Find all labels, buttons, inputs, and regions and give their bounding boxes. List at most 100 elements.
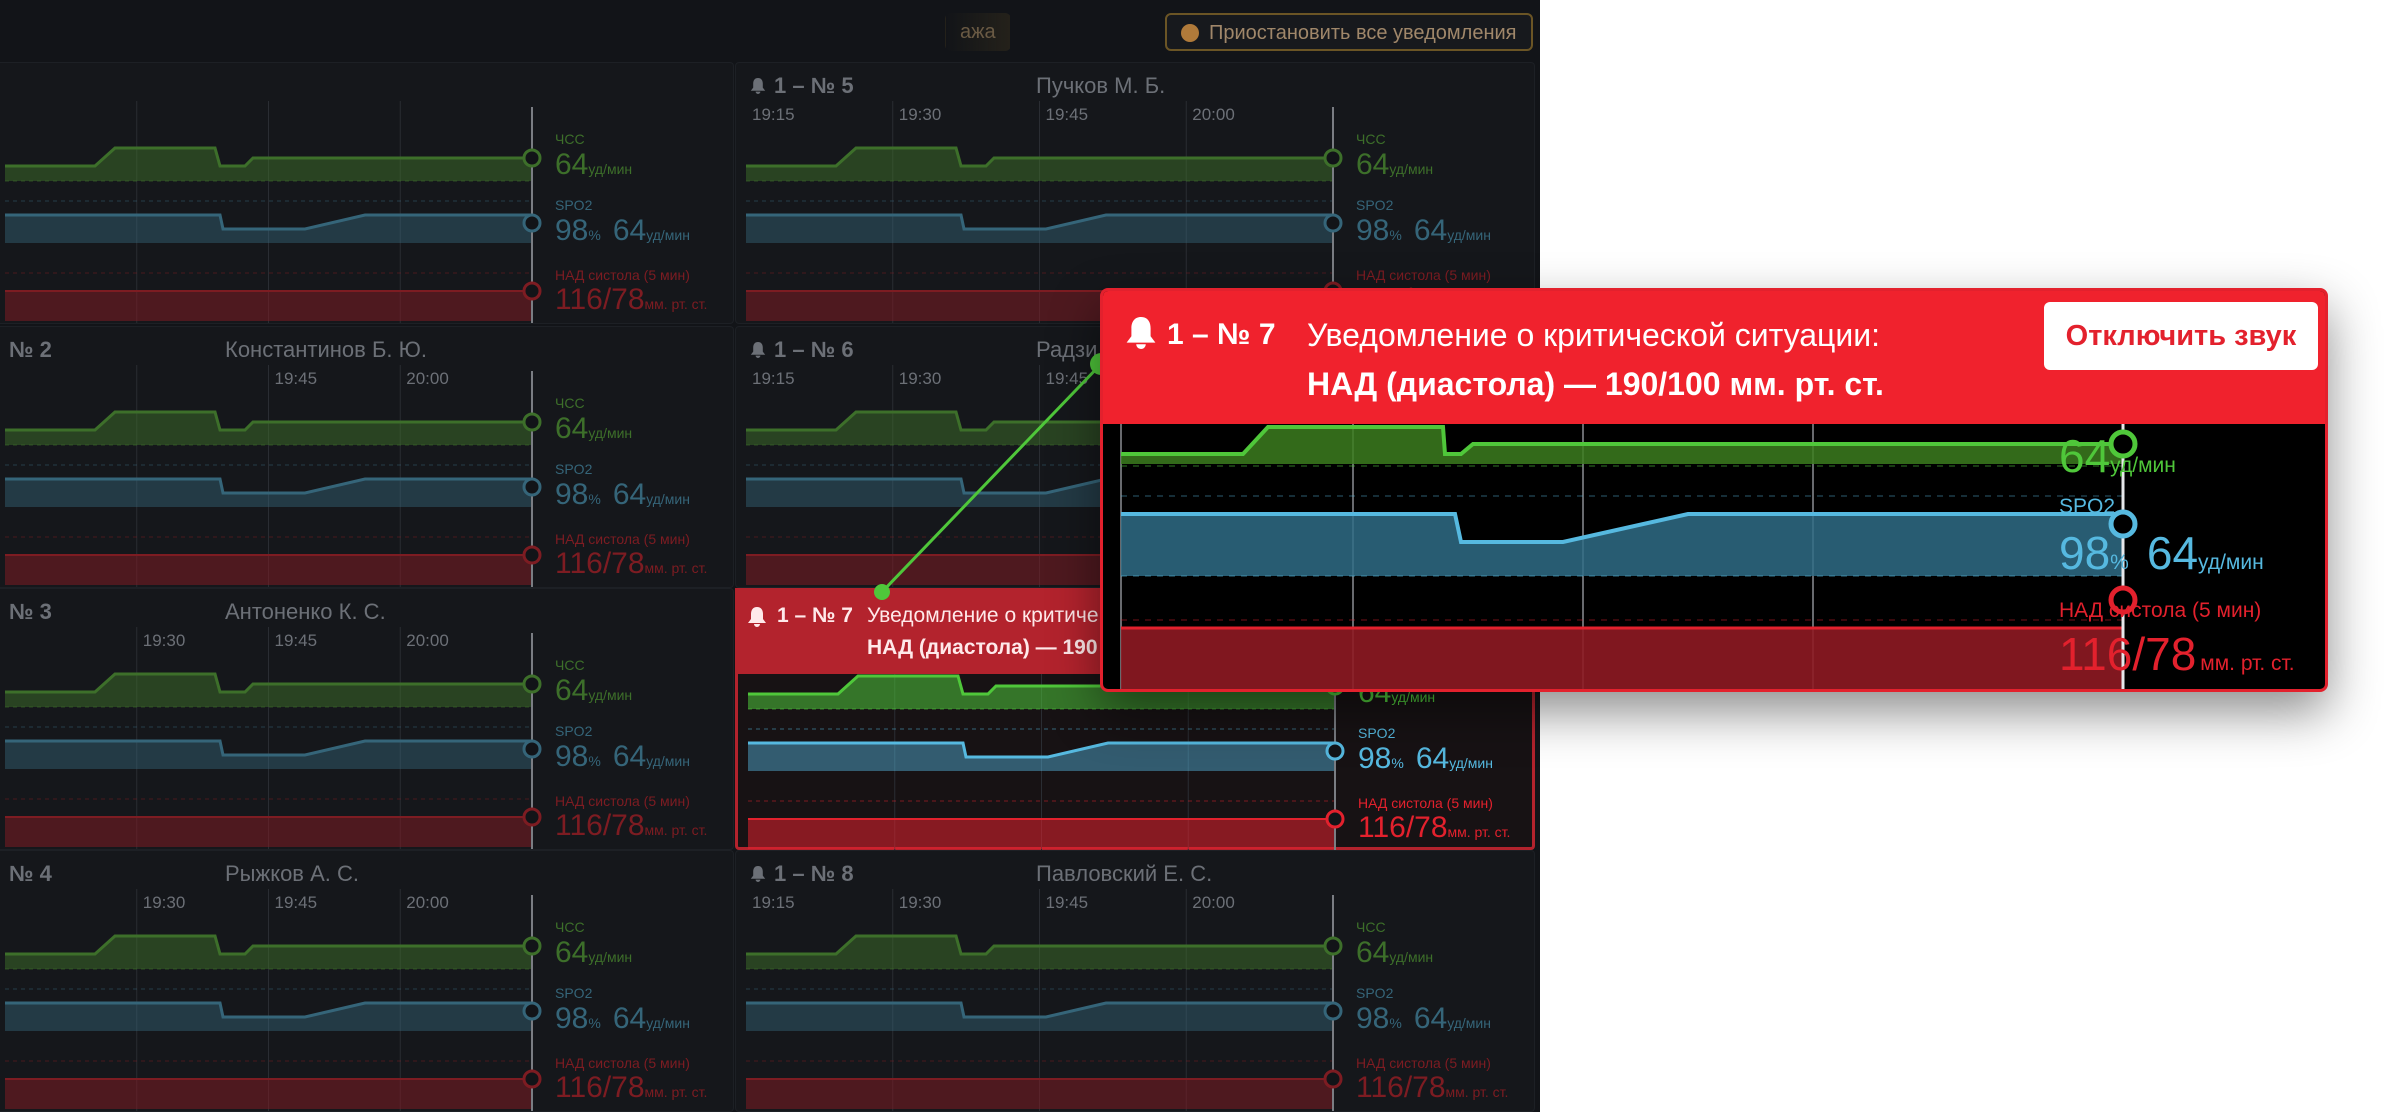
zoom-spo2-band bbox=[1121, 514, 2123, 576]
mute-sound-button[interactable]: Отключить звук bbox=[2044, 302, 2318, 370]
bp-label: НАД систола (5 мин) bbox=[555, 267, 690, 283]
bed-number: 1 – № 6 bbox=[774, 337, 854, 362]
time-label: 19:30 bbox=[142, 631, 186, 650]
bp-unit: мм. рт. ст. bbox=[644, 822, 708, 838]
bp-band bbox=[5, 291, 532, 321]
bp-unit: мм. рт. ст. bbox=[644, 1084, 708, 1100]
zoom-bp-number: 116/78 bbox=[2059, 628, 2197, 680]
bed-number: 1 – № 5 bbox=[774, 73, 854, 98]
bed-tag: № 4 bbox=[9, 861, 52, 887]
patient-name: Павловский Е. С. bbox=[1036, 861, 1213, 886]
pause-all-notifications-button[interactable]: Приостановить все уведомления bbox=[1165, 13, 1533, 51]
zoom-spo2-label: SPO2 bbox=[2059, 495, 2116, 518]
spo2-pulse: 64 bbox=[612, 214, 647, 247]
bp-marker bbox=[1325, 809, 1345, 829]
hr-marker bbox=[522, 412, 542, 432]
critical-alert-banner[interactable]: 1 – № 7 Уведомление о критиче НАД (диаст… bbox=[735, 588, 1120, 674]
bed-number: № 2 bbox=[9, 337, 52, 362]
patient-cell[interactable]: № 4 Рыжков А. С. 19:30 19:45 20:00 ЧСС 64уд/ми… bbox=[0, 850, 734, 1112]
hr-value: 64уд/мин bbox=[555, 936, 632, 970]
bed-tag: 1 – № 8 bbox=[750, 861, 854, 887]
spo2-number: 98 bbox=[555, 478, 589, 511]
spo2-label: SPO2 bbox=[555, 985, 593, 1001]
hr-value: 64уд/мин bbox=[555, 412, 632, 446]
time-label: 19:45 bbox=[274, 369, 318, 388]
bell-icon bbox=[748, 607, 766, 627]
patient-name: Константинов Б. Ю. bbox=[225, 337, 427, 362]
spo2-pulse: 64 bbox=[612, 740, 647, 773]
spo2-pulse-unit: уд/мин bbox=[646, 227, 690, 243]
time-label: 20:00 bbox=[406, 893, 449, 912]
time-label: 19:45 bbox=[274, 631, 318, 650]
zoom-bp-band bbox=[1121, 628, 2123, 689]
patient-cell[interactable]: № 3 Антоненко К. С. 19:30 19:45 20:00 ЧСС 64уд… bbox=[0, 588, 734, 850]
hr-value: 64уд/мин bbox=[555, 148, 632, 182]
bp-band bbox=[5, 817, 532, 847]
bp-value: 116/78мм. рт. ст. bbox=[555, 1071, 707, 1105]
bp-band bbox=[5, 555, 532, 585]
spo2-value: 98% 64уд/мин bbox=[555, 740, 690, 774]
hr-unit: уд/мин bbox=[1389, 949, 1434, 965]
obscured-toolbar-button[interactable]: ажа bbox=[945, 13, 1011, 51]
time-label: 19:15 bbox=[752, 893, 795, 912]
bp-marker bbox=[1323, 1069, 1343, 1089]
zoom-spo2-number: 98 bbox=[2059, 527, 2111, 579]
patient-cell[interactable]: ЧСС64уд/минSPO298%64уд/минНАД систола (5… bbox=[0, 62, 734, 324]
spo2-unit: % bbox=[1389, 227, 1402, 243]
patient-cell[interactable]: № 2 Константинов Б. Ю. 19:45 20:00 ЧСС 64уд/м… bbox=[0, 326, 734, 588]
spo2-value: 98% 64уд/мин bbox=[1356, 1002, 1491, 1036]
time-label: 19:30 bbox=[898, 105, 942, 124]
hr-value: 64уд/мин bbox=[555, 674, 632, 708]
spo2-marker bbox=[522, 213, 542, 233]
bp-label: НАД систола (5 мин) bbox=[1356, 267, 1491, 283]
hr-number: 64 bbox=[1356, 148, 1390, 181]
hr-marker bbox=[522, 148, 542, 168]
spo2-pulse: 64 bbox=[612, 478, 647, 511]
bp-label: НАД систола (5 мин) bbox=[1358, 795, 1493, 811]
bp-unit: мм. рт. ст. bbox=[644, 296, 708, 312]
hr-marker bbox=[522, 936, 542, 956]
bell-icon bbox=[750, 866, 766, 882]
time-label: 19:30 bbox=[898, 893, 942, 912]
hr-marker bbox=[1323, 936, 1343, 956]
hr-number: 64 bbox=[555, 412, 589, 445]
spo2-pulse-unit: уд/мин bbox=[1449, 755, 1493, 771]
patient-cell[interactable]: 1 – № 5 Пучков М. Б. 19:15 19:30 19:45 20:00 Ч… bbox=[735, 62, 1535, 324]
hr-number: 64 bbox=[555, 674, 589, 707]
bell-icon bbox=[750, 342, 766, 358]
bp-number: 116/78 bbox=[555, 547, 645, 580]
zoomed-alert-header: 1 – № 7 Уведомление о критической ситуац… bbox=[1103, 291, 2325, 424]
spo2-value: 98% 64уд/мин bbox=[555, 1002, 690, 1036]
spo2-unit: % bbox=[588, 491, 601, 507]
spo2-label: SPO2 bbox=[555, 723, 593, 739]
spo2-pulse-unit: уд/мин bbox=[1447, 1015, 1491, 1031]
spo2-number: 98 bbox=[555, 740, 589, 773]
spo2-value: 98% 64уд/мин bbox=[555, 214, 690, 248]
bp-number: 116/78 bbox=[555, 283, 645, 316]
spo2-marker bbox=[522, 477, 542, 497]
patient-name: Радзи bbox=[1036, 337, 1098, 362]
spo2-pulse: 64 bbox=[1415, 742, 1450, 775]
spo2-marker bbox=[1323, 1001, 1343, 1021]
time-label: 19:15 bbox=[752, 369, 795, 388]
spo2-unit: % bbox=[588, 753, 601, 769]
hr-label: ЧСС bbox=[555, 131, 585, 147]
patient-cell[interactable]: 1 – № 8 Павловский Е. С. 19:15 19:30 19:45 20… bbox=[735, 850, 1535, 1112]
bp-unit: мм. рт. ст. bbox=[1447, 824, 1511, 840]
zoom-spo2-unit: % bbox=[2110, 551, 2129, 574]
bp-number: 116/78 bbox=[1358, 811, 1448, 844]
zoom-spo2-value: 98% 64уд/мин bbox=[2059, 526, 2264, 580]
bed-number: № 3 bbox=[9, 599, 52, 624]
zoom-hr-unit: уд/мин bbox=[2110, 454, 2176, 477]
hr-marker bbox=[522, 674, 542, 694]
hr-label: ЧСС bbox=[555, 395, 585, 411]
hr-number: 64 bbox=[555, 936, 589, 969]
bed-tag: № 3 bbox=[9, 599, 52, 625]
spo2-label: SPO2 bbox=[1358, 725, 1396, 741]
hr-marker bbox=[1323, 148, 1343, 168]
spo2-marker bbox=[522, 739, 542, 759]
bp-marker bbox=[522, 1069, 542, 1089]
alert-detail: НАД (диастола) — 190 bbox=[867, 636, 1098, 659]
bp-label: НАД систола (5 мин) bbox=[1356, 1055, 1491, 1071]
zoom-spo2-pulse-unit: уд/мин bbox=[2198, 551, 2264, 574]
